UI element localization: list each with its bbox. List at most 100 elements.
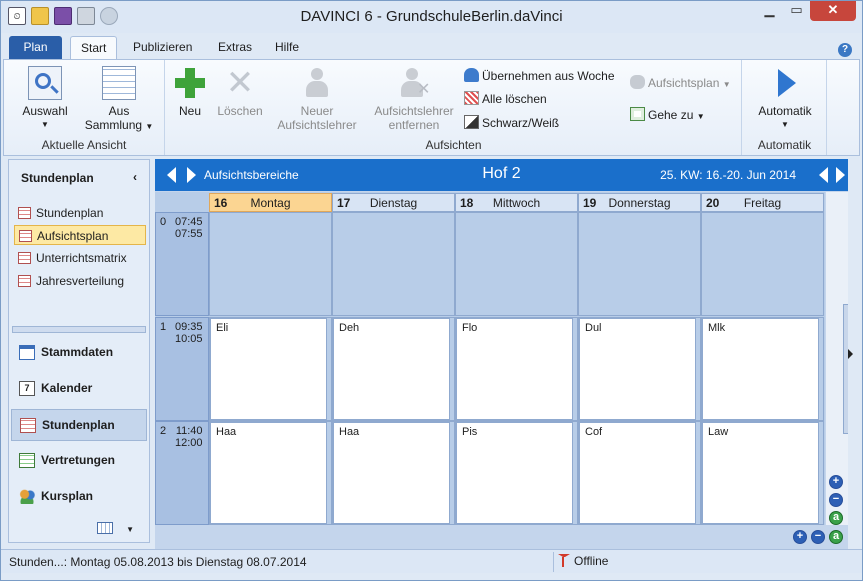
expand-arrow-icon[interactable]	[848, 349, 853, 359]
supervision-entry[interactable]: Eli	[210, 318, 327, 420]
binoculars-icon	[630, 75, 645, 89]
supervision-entry[interactable]: Mlk	[702, 318, 819, 420]
tab-plan[interactable]: Plan	[9, 36, 62, 59]
supervision-entry[interactable]: Haa	[333, 422, 450, 524]
schedule-cell[interactable]	[578, 212, 701, 316]
table-icon	[18, 252, 31, 264]
nav-kursplan[interactable]: Kursplan	[11, 481, 147, 513]
sidebar-item-unterrichtsmatrix[interactable]: Unterrichtsmatrix	[14, 248, 146, 268]
uebernehmen-button[interactable]: Übernehmen aus Woche	[464, 67, 615, 85]
status-bar: Stunden...: Montag 05.08.2013 bis Dienst…	[1, 549, 862, 573]
offline-label: Offline	[574, 554, 609, 568]
alle-loeschen-button[interactable]: Alle löschen	[464, 90, 547, 108]
black-white-icon	[464, 115, 479, 129]
slot-end: 10:05	[175, 333, 203, 345]
zoom-out-icon[interactable]: −	[829, 493, 843, 507]
neu-button[interactable]: Neu	[170, 66, 210, 118]
neuer-aufsichtslehrer-button[interactable]: Neuer Aufsichtslehrer	[274, 66, 360, 132]
supervision-entry[interactable]: Law	[702, 422, 819, 524]
supervision-entry[interactable]: Flo	[456, 318, 573, 420]
aufsichtslehrer-entfernen-button[interactable]: ✕ Aufsichtslehrer entfernen	[368, 66, 460, 132]
right-panel-collapser[interactable]	[848, 161, 860, 545]
gehe-zu-dropdown[interactable]: Gehe zu ▼	[630, 106, 705, 124]
group-aktuelle-ansicht: Auswahl ▼ Aus Sammlung ▼ Aktuelle Ansich…	[4, 60, 165, 155]
chevron-down-icon: ▼	[145, 122, 154, 131]
schedule-header: Aufsichtsbereiche Hof 2 25. KW: 16.-20. …	[155, 159, 848, 191]
schedule-cell[interactable]	[455, 212, 578, 316]
nav-vertretungen[interactable]: Vertretungen	[11, 445, 147, 477]
day-number: 16	[214, 196, 228, 210]
help-icon[interactable]: ?	[838, 43, 852, 57]
person-add-icon	[300, 66, 334, 100]
aus-sammlung-button[interactable]: Aus Sammlung ▼	[82, 66, 156, 134]
loeschen-button[interactable]: ✕ Löschen	[214, 66, 266, 118]
status-connection: Offline	[558, 554, 608, 568]
day-number: 18	[460, 196, 474, 210]
day-header[interactable]: Freitag 20	[701, 193, 824, 212]
slot-index: 2	[160, 425, 167, 437]
zoom-in-horizontal-icon[interactable]: +	[793, 530, 807, 544]
auswahl-button[interactable]: Auswahl ▼	[14, 66, 76, 132]
sidebar-item-stundenplan[interactable]: Stundenplan	[14, 203, 146, 223]
day-name: Mittwoch	[492, 196, 541, 210]
zoom-in-icon[interactable]: +	[829, 475, 843, 489]
schwarz-weiss-button[interactable]: Schwarz/Weiß	[464, 114, 559, 132]
slot-start: 07:45	[175, 216, 203, 228]
nav-kalender[interactable]: 7 Kalender	[11, 373, 147, 405]
supervision-entry[interactable]: Pis	[456, 422, 573, 524]
window-controls: ▁ ▭ ✕	[756, 1, 856, 21]
schedule-cell[interactable]	[209, 212, 332, 316]
maximize-icon[interactable]: ▭	[783, 1, 810, 21]
zoom-out-horizontal-icon[interactable]: −	[811, 530, 825, 544]
minimize-icon[interactable]: ▁	[756, 1, 783, 21]
supervision-entry[interactable]: Haa	[210, 422, 327, 524]
font-larger-icon[interactable]: a	[829, 511, 843, 525]
chevron-down-icon[interactable]: ▼	[126, 525, 134, 534]
schedule-cell[interactable]	[332, 212, 455, 316]
automatik-button[interactable]: Automatik ▼	[747, 66, 823, 132]
status-date-range: Stunden...: Montag 05.08.2013 bis Dienst…	[9, 555, 307, 569]
goto-icon	[630, 107, 645, 121]
grid-view-icon[interactable]	[97, 522, 113, 534]
nav-stundenplan[interactable]: Stundenplan	[11, 409, 147, 441]
folder-icon	[19, 345, 35, 360]
offline-icon	[558, 554, 570, 567]
next-week-arrow-icon[interactable]	[836, 167, 845, 183]
supervision-entry[interactable]: Cof	[579, 422, 696, 524]
tab-hilfe[interactable]: Hilfe	[265, 36, 309, 59]
time-slot: 0 07:45 07:55	[155, 212, 209, 316]
status-separator	[553, 552, 554, 572]
sidebar-item-aufsichtsplan[interactable]: Aufsichtsplan	[14, 225, 146, 245]
sidebar-footer: ▼	[97, 522, 134, 535]
day-name: Freitag	[743, 196, 782, 210]
supervision-entry[interactable]: Dul	[579, 318, 696, 420]
day-header[interactable]: Mittwoch 18	[455, 193, 578, 212]
supervision-entry[interactable]: Deh	[333, 318, 450, 420]
sidebar-item-label: Stundenplan	[36, 206, 104, 220]
aufsichtsplan-dropdown[interactable]: Aufsichtsplan ▼	[630, 74, 731, 92]
schedule-view: Aufsichtsbereiche Hof 2 25. KW: 16.-20. …	[155, 159, 849, 549]
sidebar-title: Stundenplan	[21, 171, 94, 185]
entfernen-label-line1: Aufsichtslehrer	[374, 104, 454, 118]
collapse-chevron-icon[interactable]: ‹	[133, 170, 137, 184]
copy-week-icon	[464, 68, 479, 82]
person-remove-icon: ✕	[397, 66, 431, 100]
prev-week-arrow-icon[interactable]	[819, 167, 828, 183]
font-smaller-icon[interactable]: a	[829, 530, 843, 544]
nav-label: Vertretungen	[41, 453, 116, 467]
nav-stammdaten[interactable]: Stammdaten	[11, 337, 147, 369]
day-header[interactable]: Dienstag 17	[332, 193, 455, 212]
group-label-aktuelle-ansicht: Aktuelle Ansicht	[41, 138, 127, 152]
day-header[interactable]: Montag 16	[209, 193, 332, 212]
day-header[interactable]: Donnerstag 19	[578, 193, 701, 212]
schedule-cell[interactable]	[701, 212, 824, 316]
sidebar-item-jahresverteilung[interactable]: Jahresverteilung	[14, 271, 146, 291]
sidebar-item-label: Jahresverteilung	[36, 274, 125, 288]
sidebar-splitter[interactable]	[12, 326, 146, 333]
table-icon	[19, 230, 32, 242]
tab-extras[interactable]: Extras	[208, 36, 262, 59]
nav-label: Stammdaten	[41, 345, 114, 359]
close-icon[interactable]: ✕	[810, 1, 856, 21]
tab-publizieren[interactable]: Publizieren	[123, 36, 202, 59]
tab-start[interactable]: Start	[70, 36, 118, 59]
